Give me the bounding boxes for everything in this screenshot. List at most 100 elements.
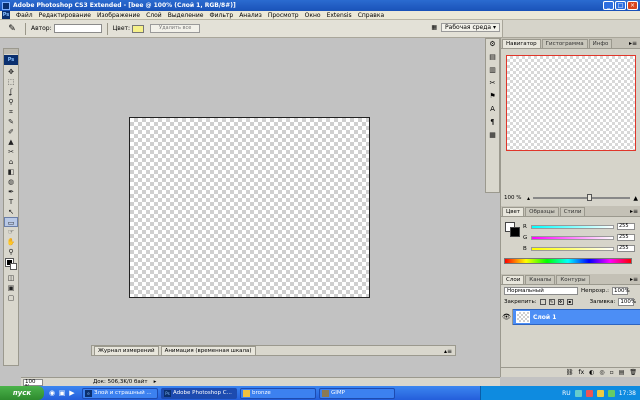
browser-icon[interactable]: ◉ xyxy=(48,389,56,397)
tab-swatches[interactable]: Образцы xyxy=(525,207,559,216)
link-layers-icon[interactable]: ⛓ xyxy=(566,369,574,376)
jump-to-imageready-icon[interactable]: ▢ xyxy=(4,293,18,303)
lasso-tool-icon[interactable]: ʆ xyxy=(4,87,18,97)
panel-menu-icon[interactable]: ▸≡ xyxy=(629,39,637,48)
channel-b-value[interactable]: 255 xyxy=(617,245,635,252)
media-icon[interactable]: ▶ xyxy=(68,389,76,397)
tab-animation-timeline[interactable]: Анимация (временная шкала) xyxy=(160,346,256,355)
menu-extensis[interactable]: Extensis xyxy=(324,12,355,19)
actions-icon[interactable]: ▥ xyxy=(486,65,499,76)
zoom-slider[interactable] xyxy=(533,194,631,201)
brushes-icon[interactable]: ▤ xyxy=(486,52,499,63)
paragraph-icon[interactable]: ¶ xyxy=(486,117,499,128)
tab-measurement-log[interactable]: Журнал измерений xyxy=(94,346,159,355)
tab-navigator[interactable]: Навигатор xyxy=(502,39,541,48)
tab-paths[interactable]: Контуры xyxy=(556,275,590,284)
new-group-icon[interactable]: ▫ xyxy=(610,369,614,376)
new-layer-icon[interactable]: ▤ xyxy=(619,369,625,376)
channel-b-slider[interactable] xyxy=(531,246,614,251)
magic-wand-tool-icon[interactable]: ⚲ xyxy=(4,97,18,107)
layer-style-icon[interactable]: fx xyxy=(578,369,584,376)
tab-histogram[interactable]: Гистограмма xyxy=(541,39,588,48)
crop-tool-icon[interactable]: ⌗ xyxy=(4,107,18,117)
pen-tool-icon[interactable]: ✒ xyxy=(4,187,18,197)
layer-comps-icon[interactable]: ▦ xyxy=(486,130,499,141)
channel-g-slider[interactable] xyxy=(531,235,614,240)
lock-all-icon[interactable]: ▪ xyxy=(566,298,573,305)
path-selection-tool-icon[interactable]: ↖ xyxy=(4,207,18,217)
note-color-swatch[interactable] xyxy=(132,24,145,33)
clone-stamp-tool-icon[interactable]: ✂ xyxy=(4,147,18,157)
status-zoom-field[interactable]: 100 % xyxy=(23,378,43,389)
healing-brush-tool-icon[interactable]: ✐ xyxy=(4,127,18,137)
panel-menu-icon[interactable]: ▸≡ xyxy=(630,207,638,216)
channel-r-value[interactable]: 255 xyxy=(617,223,635,230)
lock-position-icon[interactable]: ✥ xyxy=(557,298,564,305)
menu-window[interactable]: Окно xyxy=(302,12,324,19)
screen-mode-icon[interactable]: ▣ xyxy=(4,283,18,293)
blend-mode-select[interactable]: Нормальный xyxy=(504,286,578,295)
tool-presets-icon[interactable]: ⚙ xyxy=(486,39,499,50)
notes-tool-icon[interactable]: ▭ xyxy=(4,217,18,227)
lock-pixels-icon[interactable]: ✎ xyxy=(548,298,555,305)
channel-g-value[interactable]: 255 xyxy=(617,234,635,241)
tab-color[interactable]: Цвет xyxy=(502,207,525,216)
quick-mask-icon[interactable]: ◫ xyxy=(4,273,18,283)
delete-layer-icon[interactable]: 🗑 xyxy=(629,369,637,376)
panel-expand-icon[interactable]: ▴≡ xyxy=(444,348,452,355)
clone-source-icon[interactable]: ✂ xyxy=(486,78,499,89)
gradient-tool-icon[interactable]: ◍ xyxy=(4,177,18,187)
workspace-button[interactable]: Рабочая среда ▾ xyxy=(441,23,500,32)
tray-icon[interactable] xyxy=(596,389,604,397)
fill-input[interactable]: 100% xyxy=(618,297,636,306)
tab-layers[interactable]: Слои xyxy=(502,275,525,284)
navigator-zoom-value[interactable]: 100 % xyxy=(504,195,524,201)
tray-icon[interactable] xyxy=(585,389,593,397)
history-icon[interactable]: ⚑ xyxy=(486,91,499,102)
menu-view[interactable]: Просмотр xyxy=(265,12,302,19)
color-spectrum-ramp[interactable] xyxy=(504,258,632,264)
close-button[interactable]: × xyxy=(627,1,638,10)
tab-info[interactable]: Инфо xyxy=(588,39,613,48)
channel-r-slider[interactable] xyxy=(531,224,614,229)
visibility-eye-icon[interactable]: 👁 xyxy=(501,309,513,325)
type-tool-icon[interactable]: T xyxy=(4,197,18,207)
layer-row[interactable]: 👁 Слой 1 xyxy=(501,309,640,325)
menu-edit[interactable]: Редактирование xyxy=(36,12,94,19)
tab-styles[interactable]: Стили xyxy=(559,207,586,216)
zoom-out-icon[interactable]: ▴ xyxy=(527,195,530,202)
start-button[interactable]: пуск xyxy=(0,386,44,400)
task-button[interactable]: GIMP xyxy=(319,387,395,399)
menu-file[interactable]: Файл xyxy=(13,12,36,19)
opacity-input[interactable]: 100% xyxy=(612,286,630,295)
tray-icon[interactable] xyxy=(574,389,582,397)
color-background-swatch[interactable] xyxy=(510,227,520,237)
marquee-tool-icon[interactable]: ⬚ xyxy=(4,77,18,87)
eyedropper-tool-icon[interactable]: ✎ xyxy=(4,117,18,127)
zoom-slider-thumb[interactable] xyxy=(586,194,592,201)
eyedropper-sample-tool-icon[interactable]: ☞ xyxy=(4,227,18,237)
zoom-in-icon[interactable]: ▲ xyxy=(633,195,638,202)
zoom-tool-icon[interactable]: ⚲ xyxy=(4,247,18,257)
menu-image[interactable]: Изображение xyxy=(94,12,143,19)
delete-all-button[interactable]: Удалить все xyxy=(150,24,201,33)
layer-name[interactable]: Слой 1 xyxy=(533,314,556,321)
menu-analysis[interactable]: Анализ xyxy=(236,12,265,19)
notes-tool-icon[interactable]: ✎ xyxy=(4,22,20,36)
status-menu-arrow-icon[interactable]: ▸ xyxy=(154,379,157,385)
menu-select[interactable]: Выделение xyxy=(165,12,207,19)
lock-transparency-icon[interactable] xyxy=(539,298,546,305)
author-input[interactable] xyxy=(53,24,102,33)
menu-help[interactable]: Справка xyxy=(355,12,387,19)
task-button[interactable]: e Злой и страшный ... xyxy=(82,387,158,399)
background-color[interactable] xyxy=(10,263,17,270)
menu-filter[interactable]: Фильтр xyxy=(206,12,236,19)
maximize-button[interactable]: □ xyxy=(615,1,626,10)
history-brush-tool-icon[interactable]: ⌂ xyxy=(4,157,18,167)
navigator-preview[interactable] xyxy=(506,55,636,151)
minimize-button[interactable]: _ xyxy=(603,1,614,10)
toolbox-grip[interactable] xyxy=(4,49,18,54)
character-icon[interactable]: A xyxy=(486,104,499,115)
language-indicator[interactable]: RU xyxy=(562,390,571,397)
eraser-tool-icon[interactable]: ◧ xyxy=(4,167,18,177)
